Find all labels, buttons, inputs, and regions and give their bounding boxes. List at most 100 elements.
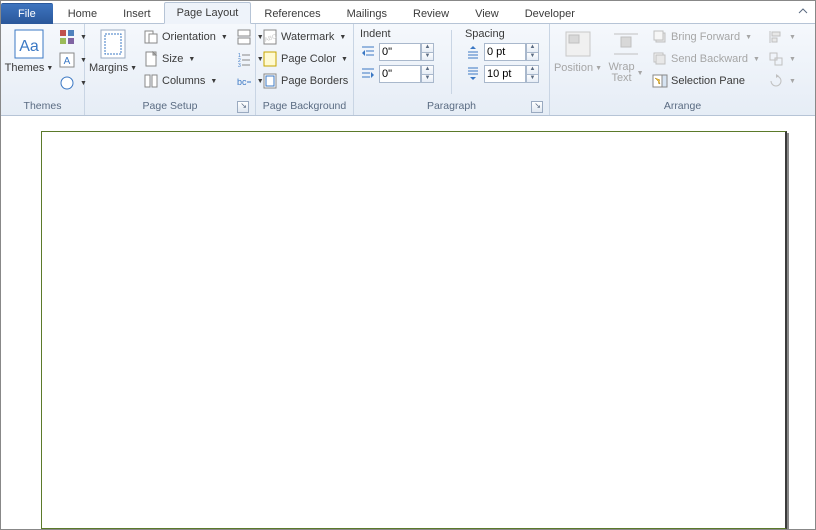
tab-file[interactable]: File [1, 3, 53, 24]
orientation-icon [143, 29, 159, 45]
breaks-icon [236, 29, 252, 45]
send-backward-icon [652, 51, 668, 67]
group-paragraph: Indent ▲▼ ▲▼ Spacing ▲▼ [354, 24, 550, 115]
themes-label: Themes [5, 62, 45, 74]
wrap-text-button: Wrap Text▼ [606, 26, 646, 86]
rotate-icon [768, 73, 784, 89]
align-button: ▼ [766, 26, 798, 48]
watermark-icon: ABC [262, 29, 278, 45]
space-after-icon [465, 66, 481, 82]
tab-page-layout[interactable]: Page Layout [164, 2, 252, 24]
themes-icon: Aa [13, 28, 45, 60]
size-button[interactable]: Size▼ [141, 48, 230, 70]
tab-mailings[interactable]: Mailings [334, 3, 400, 24]
group-label-paragraph: Paragraph [358, 98, 545, 115]
selection-pane-label: Selection Pane [671, 75, 745, 87]
indent-left-input[interactable]: ▲▼ [379, 42, 434, 62]
group-objects-button: ▼ [766, 48, 798, 70]
group-page-setup: Margins▼ Orientation▼ Size▼ Columns▼ [85, 24, 256, 115]
send-backward-label: Send Backward [671, 53, 748, 65]
send-backward-button: Send Backward▼ [650, 48, 762, 70]
group-icon [768, 51, 784, 67]
line-numbers-icon: 123 [236, 51, 252, 67]
watermark-button[interactable]: ABC Watermark▼ [260, 26, 350, 48]
tab-review[interactable]: Review [400, 3, 462, 24]
group-themes: Aa Themes▼ ▼ A▼ ▼ Themes [1, 24, 85, 115]
document-page[interactable] [41, 131, 787, 529]
tab-insert[interactable]: Insert [110, 3, 164, 24]
indent-right-spinner[interactable]: ▲▼ [421, 65, 434, 83]
page-color-button[interactable]: Page Color▼ [260, 48, 350, 70]
indent-left-icon [360, 44, 376, 60]
margins-button[interactable]: Margins▼ [89, 26, 137, 76]
indent-right-input[interactable]: ▲▼ [379, 64, 434, 84]
group-label-arrange: Arrange [554, 98, 811, 115]
tab-developer[interactable]: Developer [512, 3, 588, 24]
rotate-button: ▼ [766, 70, 798, 92]
selection-pane-icon [652, 73, 668, 89]
ribbon-tabstrip: File Home Insert Page Layout References … [1, 1, 815, 24]
group-page-background: ABC Watermark▼ Page Color▼ Page Borders … [256, 24, 354, 115]
tab-view[interactable]: View [462, 3, 512, 24]
align-icon [768, 29, 784, 45]
columns-button[interactable]: Columns▼ [141, 70, 230, 92]
indent-right-icon [360, 66, 376, 82]
size-label: Size [162, 53, 183, 65]
ribbon: Aa Themes▼ ▼ A ▼ ▼ Themes [1, 24, 815, 116]
space-before-field[interactable] [484, 43, 526, 61]
group-label-themes: Themes [5, 98, 80, 115]
tab-references[interactable]: References [251, 3, 333, 24]
size-icon [143, 51, 159, 67]
space-after-input[interactable]: ▲▼ [484, 64, 539, 84]
page-color-label: Page Color [281, 53, 336, 65]
group-label-pagesetup: Page Setup [89, 98, 251, 115]
wrap-text-icon [610, 28, 642, 60]
page-borders-label: Page Borders [281, 75, 348, 87]
columns-icon [143, 73, 159, 89]
themes-button[interactable]: Aa Themes▼ [5, 26, 53, 76]
space-after-field[interactable] [484, 65, 526, 83]
orientation-button[interactable]: Orientation▼ [141, 26, 230, 48]
indent-left-spinner[interactable]: ▲▼ [421, 43, 434, 61]
bring-forward-button: Bring Forward▼ [650, 26, 762, 48]
page-color-icon [262, 51, 278, 67]
position-label: Position [554, 62, 593, 74]
margins-label: Margins [89, 62, 128, 74]
svg-text:A: A [64, 56, 71, 67]
margins-icon [97, 28, 129, 60]
space-before-icon [465, 44, 481, 60]
indent-right-field[interactable] [379, 65, 421, 83]
svg-text:Aa: Aa [19, 38, 39, 55]
position-button: Position▼ [554, 26, 602, 76]
indent-left-field[interactable] [379, 43, 421, 61]
group-label-pagebackground: Page Background [260, 98, 349, 115]
page-borders-icon [262, 73, 278, 89]
wrap-text-label: Wrap Text [608, 62, 634, 84]
orientation-label: Orientation [162, 31, 216, 43]
svg-text:3: 3 [238, 63, 241, 67]
spacing-heading: Spacing [463, 26, 545, 41]
tab-home[interactable]: Home [55, 3, 110, 24]
paragraph-dialog-launcher[interactable] [531, 101, 543, 113]
pagesetup-dialog-launcher[interactable] [237, 101, 249, 113]
svg-text:bc: bc [237, 77, 247, 87]
bring-forward-icon [652, 29, 668, 45]
document-area[interactable] [1, 117, 815, 529]
colors-icon [59, 29, 75, 45]
bring-forward-label: Bring Forward [671, 31, 740, 43]
watermark-label: Watermark [281, 31, 334, 43]
group-arrange: Position▼ Wrap Text▼ Bring Forward▼ Send… [550, 24, 815, 115]
minimize-ribbon-icon[interactable] [797, 5, 809, 17]
space-before-input[interactable]: ▲▼ [484, 42, 539, 62]
fonts-icon: A [59, 52, 75, 68]
space-after-spinner[interactable]: ▲▼ [526, 65, 539, 83]
columns-label: Columns [162, 75, 205, 87]
app-window: File Home Insert Page Layout References … [0, 0, 816, 530]
page-borders-button[interactable]: Page Borders [260, 70, 350, 92]
hyphenation-icon: bc [236, 73, 252, 89]
space-before-spinner[interactable]: ▲▼ [526, 43, 539, 61]
position-icon [562, 28, 594, 60]
selection-pane-button[interactable]: Selection Pane [650, 70, 762, 92]
indent-heading: Indent [358, 26, 440, 41]
effects-icon [59, 75, 75, 91]
